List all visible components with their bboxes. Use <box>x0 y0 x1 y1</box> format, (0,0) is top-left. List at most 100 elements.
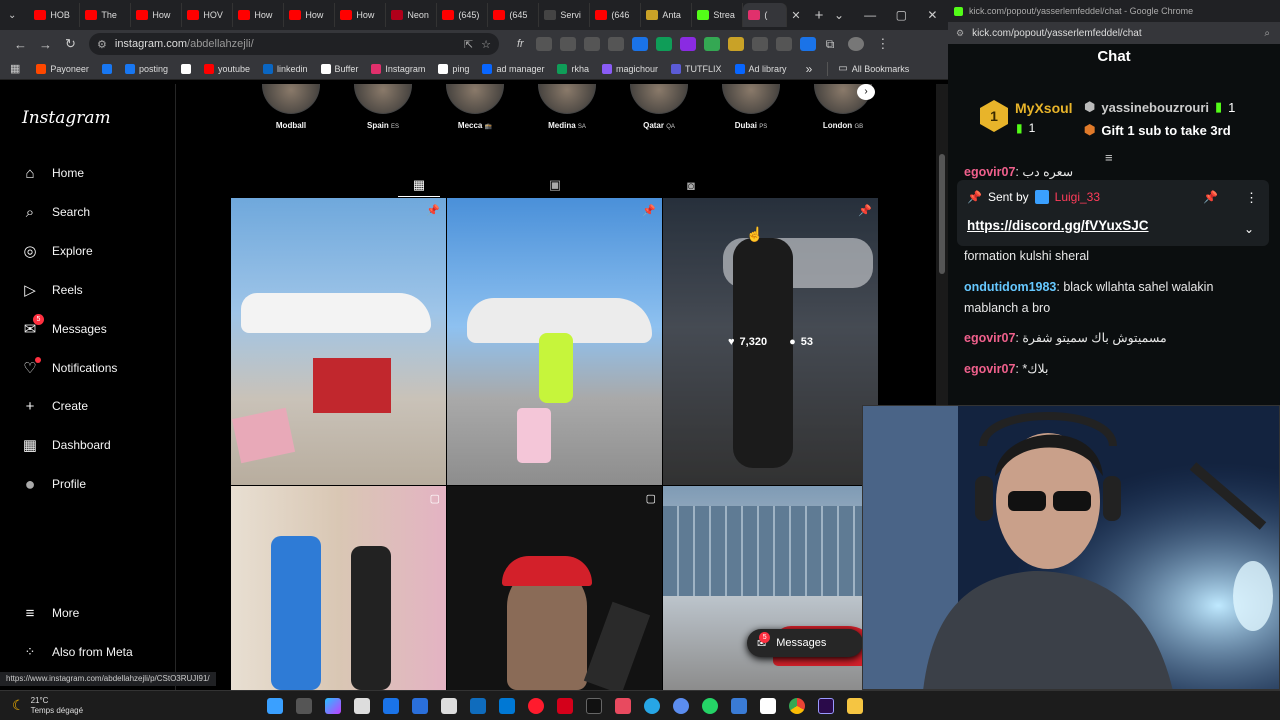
extension-icon[interactable] <box>703 37 720 51</box>
pin-toggle-icon[interactable]: 📌 <box>1203 190 1218 204</box>
sidebar-item-dashboard[interactable]: ▦ Dashboard <box>20 433 111 457</box>
bookmark-item[interactable]: linkedin <box>263 63 308 74</box>
story-highlight[interactable]: Mecca 🕋 <box>435 84 515 130</box>
tiktok-icon[interactable] <box>585 697 602 714</box>
app-icon[interactable] <box>614 697 631 714</box>
extension-icon[interactable] <box>535 37 552 51</box>
browser-tab[interactable]: (645 <box>488 3 540 27</box>
extension-icon[interactable] <box>631 37 648 51</box>
bookmark-item[interactable]: youtube <box>203 63 250 74</box>
install-app-icon[interactable]: ⇱ <box>464 38 473 51</box>
messages-floating-button[interactable]: ✉ 5 Messages <box>747 629 863 657</box>
sidebar-item-more[interactable]: ≡ More <box>20 601 80 625</box>
bookmarks-overflow-icon[interactable]: » <box>806 62 813 76</box>
post-thumbnail-hovered[interactable]: ♥ 7,320 ● 53 📌 <box>663 198 878 485</box>
outlook-icon[interactable] <box>498 697 515 714</box>
browser-tab[interactable]: HOB <box>29 3 81 27</box>
back-icon[interactable]: ← <box>8 37 33 52</box>
app-icon[interactable] <box>411 697 428 714</box>
extension-icon[interactable] <box>727 37 744 51</box>
app-icon[interactable] <box>353 697 370 714</box>
browser-tab[interactable]: How <box>335 3 387 27</box>
premiere-icon[interactable] <box>817 697 834 714</box>
sidebar-item-create[interactable]: + Create <box>20 394 88 418</box>
sidebar-item-messages[interactable]: ✉ 5 Messages <box>20 314 107 341</box>
site-info-icon[interactable]: ⚙ <box>97 38 107 51</box>
extension-icon[interactable] <box>607 37 624 51</box>
browser-tab[interactable]: ( <box>743 3 788 27</box>
app-icon[interactable] <box>469 697 486 714</box>
sidebar-item-reels[interactable]: ▷ Reels <box>20 278 82 302</box>
reload-icon[interactable]: ↻ <box>58 36 83 52</box>
weather-icon[interactable]: ☾ <box>12 697 25 714</box>
pinned-sender[interactable]: Luigi_33 <box>1055 190 1100 204</box>
browser-tab[interactable]: Neon <box>386 3 438 27</box>
pinned-menu-icon[interactable]: ⋮ <box>1245 190 1258 206</box>
post-thumbnail[interactable] <box>663 486 878 690</box>
window-list-icon[interactable]: ⌄ <box>823 8 854 22</box>
zoom-icon[interactable]: ⌕ <box>1264 28 1270 39</box>
bookmark-item[interactable]: ping <box>438 63 469 74</box>
extension-icon[interactable] <box>775 37 792 51</box>
story-highlight[interactable]: Qatar QA <box>619 84 699 130</box>
site-info-icon[interactable]: ⚙ <box>956 28 964 39</box>
browser-tab[interactable]: How <box>284 3 336 27</box>
story-highlight[interactable]: Spain ES <box>343 84 423 130</box>
extension-fx-icon[interactable]: fr <box>517 38 524 50</box>
app-icon[interactable] <box>730 697 747 714</box>
extension-icon[interactable] <box>679 37 696 51</box>
extension-icon[interactable] <box>799 37 816 51</box>
extension-icon[interactable] <box>583 37 600 51</box>
copilot-icon[interactable] <box>324 697 341 714</box>
whatsapp-icon[interactable] <box>701 697 718 714</box>
bookmark-item[interactable]: Instagram <box>371 63 425 74</box>
opera-icon[interactable] <box>527 697 544 714</box>
bookmark-star-icon[interactable]: ☆ <box>481 38 491 51</box>
app-icon[interactable] <box>440 697 457 714</box>
chat-username[interactable]: egovir07 <box>964 362 1015 376</box>
bookmark-item[interactable]: Ad library <box>734 63 787 74</box>
app-icon[interactable] <box>672 697 689 714</box>
kick-address-bar[interactable]: ⚙ kick.com/popout/yasserlemfeddel/chat ⌕ <box>948 22 1280 44</box>
maximize-icon[interactable]: ▢ <box>886 8 917 22</box>
browser-tab[interactable]: The <box>80 3 132 27</box>
minimize-icon[interactable]: — <box>855 8 886 22</box>
notion-icon[interactable] <box>759 697 776 714</box>
browser-tab[interactable]: Strea <box>692 3 744 27</box>
top-gifter-name[interactable]: MyXsoul <box>1015 100 1073 116</box>
close-window-icon[interactable]: ✕ <box>917 8 948 22</box>
bookmark-item[interactable]: posting <box>124 63 168 74</box>
gift-cta-row[interactable]: ⬢ Gift 1 sub to take 3rd <box>1084 122 1231 138</box>
bookmark-item[interactable]: Buffer <box>320 63 358 74</box>
bookmark-item[interactable] <box>101 63 112 74</box>
sidebar-item-explore[interactable]: ◎ Explore <box>20 239 92 263</box>
new-tab-button[interactable]: + <box>815 7 824 24</box>
all-bookmarks-button[interactable]: ▭ All Bookmarks <box>838 63 909 74</box>
weather-widget[interactable]: 21°C Temps dégagé <box>31 696 83 716</box>
story-highlight[interactable]: Modball <box>251 84 331 130</box>
address-bar[interactable]: ⚙ instagram.com/abdellahzejli/ ⇱ ☆ <box>89 33 499 55</box>
browser-tab[interactable]: HOV <box>182 3 234 27</box>
tab-reels[interactable]: ▣ <box>546 176 564 194</box>
expand-pinned-icon[interactable]: ⌄ <box>1244 222 1254 236</box>
sidebar-item-notifications[interactable]: ♡ Notifications <box>20 356 117 380</box>
instagram-logo[interactable]: Instagram <box>22 108 111 128</box>
chrome-menu-icon[interactable]: ⋮ <box>876 36 889 52</box>
file-explorer-icon[interactable] <box>846 697 863 714</box>
forward-icon[interactable]: → <box>33 37 58 52</box>
task-view-icon[interactable] <box>295 697 312 714</box>
browser-tab[interactable]: Servi <box>539 3 591 27</box>
bookmark-item[interactable]: ad manager <box>482 63 544 74</box>
extension-icon[interactable] <box>751 37 768 51</box>
browser-tab[interactable]: (645) <box>437 3 489 27</box>
sidebar-item-profile[interactable]: ● Profile <box>20 472 86 496</box>
browser-tab[interactable]: How <box>233 3 285 27</box>
start-icon[interactable] <box>266 697 283 714</box>
pinned-link[interactable]: https://discord.gg/fVYuxSJC <box>967 218 1149 233</box>
app-icon[interactable] <box>382 697 399 714</box>
sidebar-item-search[interactable]: ⌕ Search <box>20 200 90 224</box>
extensions-puzzle-icon[interactable]: ⧉ <box>826 37 835 52</box>
second-gifter-name[interactable]: yassinebouzrouri <box>1101 100 1209 115</box>
chat-username[interactable]: egovir07 <box>964 331 1015 345</box>
bookmark-item[interactable] <box>180 63 191 74</box>
